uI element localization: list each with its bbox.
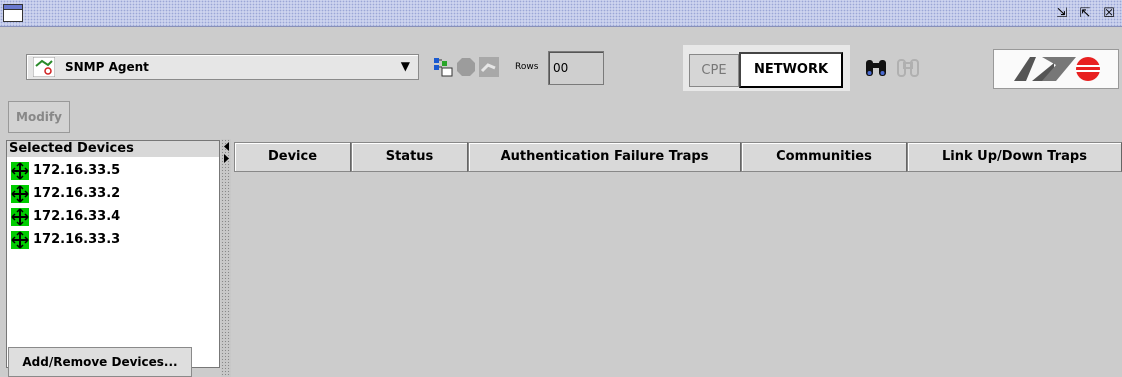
minimize-icon[interactable]: ⇲ [1052, 0, 1072, 27]
traps-table[interactable] [233, 140, 1122, 377]
device-label: 172.16.33.2 [33, 186, 121, 201]
chevron-down-icon[interactable]: ▼ [401, 59, 410, 73]
tree-view-icon[interactable] [432, 56, 454, 78]
add-remove-devices-button[interactable]: Add/Remove Devices... [8, 347, 192, 377]
device-icon [11, 207, 29, 226]
snmp-agent-icon [33, 57, 55, 77]
device-list-item[interactable]: 172.16.33.5 [11, 160, 120, 182]
modify-button[interactable]: Modify [8, 101, 70, 133]
selected-devices-header: Selected Devices [7, 141, 219, 157]
column-header-auth-failure-traps[interactable]: Authentication Failure Traps [468, 142, 741, 172]
agent-select[interactable]: SNMP Agent ▼ [26, 54, 419, 80]
rows-field[interactable]: 00 [548, 51, 604, 85]
rows-value: 00 [553, 61, 569, 75]
device-list-item[interactable]: 172.16.33.3 [11, 229, 120, 251]
column-header-status[interactable]: Status [351, 142, 468, 172]
device-icon [11, 184, 29, 203]
stop-icon[interactable] [456, 57, 476, 77]
column-header-communities[interactable]: Communities [741, 142, 907, 172]
collapse-left-icon[interactable] [223, 142, 230, 151]
collapse-right-icon[interactable] [223, 154, 230, 163]
device-label: 172.16.33.3 [33, 232, 121, 247]
rows-label: Rows [515, 62, 539, 72]
network-toggle-button[interactable]: NETWORK [739, 52, 843, 88]
logo-icon [1014, 57, 1100, 81]
column-header-link-traps[interactable]: Link Up/Down Traps [907, 142, 1122, 172]
find-disabled-icon[interactable] [895, 54, 921, 80]
cpe-toggle-button[interactable]: CPE [689, 54, 739, 87]
brand-logo [993, 49, 1119, 89]
device-label: 172.16.33.5 [33, 163, 121, 178]
window-icon[interactable] [3, 4, 23, 22]
binoculars-icon[interactable] [863, 54, 889, 80]
device-label: 172.16.33.4 [33, 209, 121, 224]
restore-icon[interactable]: ⇱ [1075, 0, 1095, 27]
device-list-item[interactable]: 172.16.33.2 [11, 183, 120, 205]
device-icon [11, 230, 29, 249]
title-bar[interactable] [0, 0, 1122, 27]
close-icon[interactable]: ☒ [1098, 0, 1120, 27]
connect-icon[interactable] [478, 56, 500, 78]
device-list-item[interactable]: 172.16.33.4 [11, 206, 120, 228]
agent-select-value: SNMP Agent [65, 60, 149, 74]
device-icon [11, 161, 29, 180]
panel-splitter[interactable] [221, 139, 231, 377]
column-header-device[interactable]: Device [234, 142, 351, 172]
